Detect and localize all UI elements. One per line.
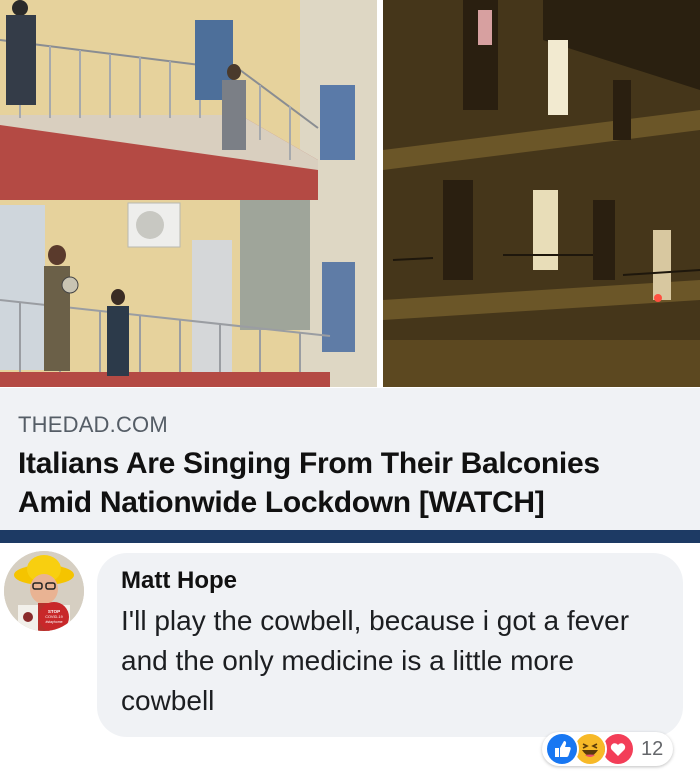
- link-title[interactable]: Italians Are Singing From Their Balconie…: [18, 444, 678, 522]
- reaction-count: 12: [641, 737, 664, 760]
- link-preview-images[interactable]: [0, 0, 700, 388]
- like-icon: [545, 732, 579, 766]
- comment-bubble: Matt Hope I'll play the cowbell, because…: [97, 553, 683, 737]
- virus-icon: [23, 612, 33, 622]
- badge-line1: STOP: [48, 609, 60, 614]
- comment-text: I'll play the cowbell, because i got a f…: [121, 605, 630, 716]
- balcony-night-photo: [383, 0, 700, 387]
- badge-line2: COVID-19: [45, 615, 63, 619]
- link-preview-meta[interactable]: THEDAD.COM Italians Are Singing From The…: [0, 388, 700, 530]
- accent-divider: [0, 530, 700, 543]
- comment-section: STOP COVID-19 #stayhome Matt Hope I'll p…: [0, 543, 700, 782]
- link-domain: THEDAD.COM: [18, 412, 168, 437]
- reactions-summary[interactable]: 12: [542, 732, 674, 766]
- balcony-daytime-photo: [0, 0, 377, 387]
- comment-author[interactable]: Matt Hope: [121, 567, 663, 595]
- avatar[interactable]: STOP COVID-19 #stayhome: [4, 551, 84, 631]
- badge-line3: #stayhome: [45, 620, 62, 624]
